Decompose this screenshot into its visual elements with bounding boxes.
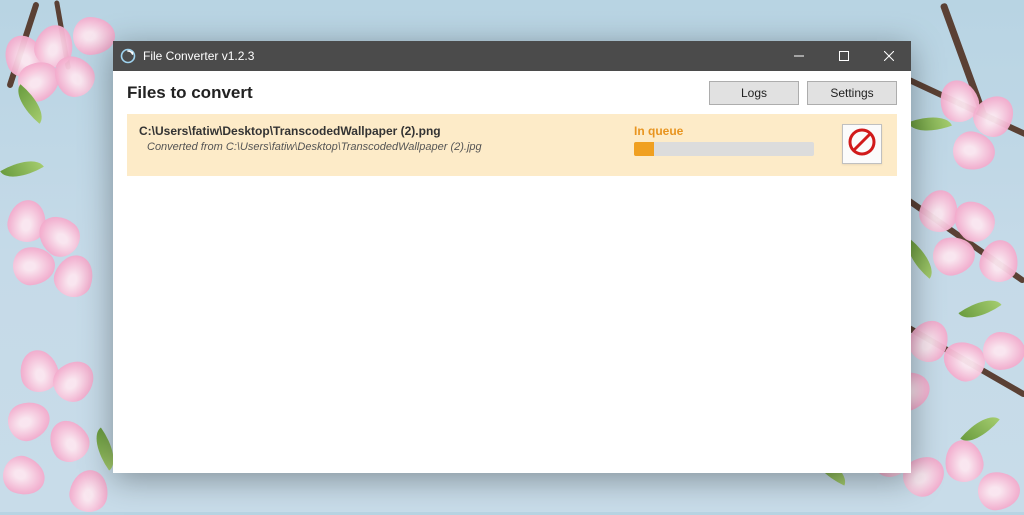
status-column: In queue <box>634 124 829 156</box>
status-text: In queue <box>634 124 683 138</box>
progress-fill <box>634 142 654 156</box>
cancel-button[interactable] <box>842 124 882 164</box>
window-title: File Converter v1.2.3 <box>143 49 254 63</box>
cancel-icon <box>847 127 877 162</box>
file-info: C:\Users\fatiw\Desktop\TranscodedWallpap… <box>139 124 624 153</box>
logs-button[interactable]: Logs <box>709 81 799 105</box>
file-source-line: Converted from C:\Users\fatiw\Desktop\Tr… <box>139 141 624 153</box>
maximize-button[interactable] <box>821 41 866 71</box>
page-title: Files to convert <box>127 83 701 103</box>
content-area: Files to convert Logs Settings C:\Users\… <box>113 71 911 473</box>
titlebar[interactable]: File Converter v1.2.3 <box>113 41 911 71</box>
close-button[interactable] <box>866 41 911 71</box>
settings-button[interactable]: Settings <box>807 81 897 105</box>
header-row: Files to convert Logs Settings <box>127 81 897 105</box>
file-output-path: C:\Users\fatiw\Desktop\TranscodedWallpap… <box>139 124 624 138</box>
app-window: File Converter v1.2.3 Files to convert L… <box>113 41 911 473</box>
converted-from-prefix: Converted from <box>147 141 226 153</box>
minimize-button[interactable] <box>776 41 821 71</box>
file-row: C:\Users\fatiw\Desktop\TranscodedWallpap… <box>127 114 897 176</box>
app-icon <box>120 48 136 64</box>
progress-bar <box>634 142 814 156</box>
file-source-path: C:\Users\fatiw\Desktop\TranscodedWallpap… <box>226 141 482 153</box>
